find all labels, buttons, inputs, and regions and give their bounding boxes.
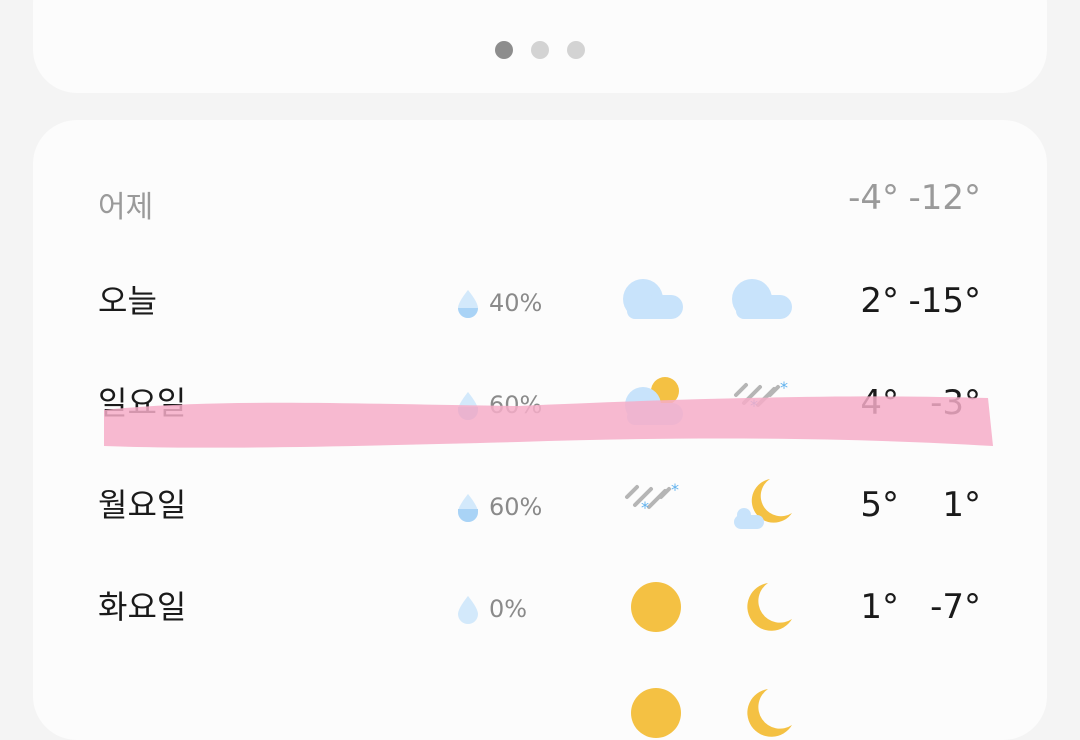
raindrop-icon [458,596,478,624]
svg-text:*: * [641,498,649,517]
day-label: 월요일 [98,486,187,524]
daily-forecast-card[interactable]: 어제 -4° -12° 오늘 40% 2° -15° 일요일 60% * * 4… [33,120,1047,740]
raindrop-icon [458,290,478,318]
high-temp: 2° [860,281,899,321]
precip: 60% [455,491,542,523]
yesterday-low: -12° [908,178,981,218]
high-temp: 1° [860,587,899,627]
moon-cloud-icon [734,479,792,529]
cloudy-icon [732,279,792,319]
precip-percent: 0% [489,595,528,623]
svg-text:*: * [671,480,679,499]
precip: 60% [455,389,542,421]
low-temp: 1° [942,485,981,525]
svg-text:*: * [750,396,758,415]
partly-cloudy-icon [625,377,683,425]
previous-card [33,0,1047,93]
moon-icon [747,583,792,631]
page-dot-1[interactable] [495,41,513,59]
rain-snow-icon: * * [625,480,679,517]
svg-text:*: * [780,378,788,397]
page-indicator[interactable] [33,41,1047,59]
precip-percent: 60% [489,493,543,521]
raindrop-icon [458,494,478,522]
low-temp: -15° [908,281,981,321]
forecast-row-partial [33,658,1047,740]
raindrop-icon [458,392,478,420]
forecast-row-tuesday[interactable]: 화요일 0% 1° -7° [33,556,1047,658]
precip: 40% [455,287,542,319]
page-dot-2[interactable] [531,41,549,59]
moon-icon [747,689,792,737]
day-label: 오늘 [98,282,157,320]
forecast-row-today[interactable]: 오늘 40% 2° -15° [33,250,1047,352]
day-label: 화요일 [98,588,187,626]
low-temp: -7° [930,587,981,627]
forecast-row-monday[interactable]: 월요일 60% * * 5° 1° [33,454,1047,556]
forecast-row-sunday[interactable]: 일요일 60% * * 4° -3° [33,352,1047,454]
sun-icon [631,688,681,738]
high-temp: 5° [860,485,899,525]
cloudy-icon [623,279,683,319]
precip-percent: 40% [489,289,543,317]
yesterday-high: -4° [848,178,899,218]
precip-percent: 60% [489,391,543,419]
high-temp: 4° [860,383,899,423]
day-label: 일요일 [98,384,187,422]
rain-snow-icon: * * [734,378,788,415]
page-dot-3[interactable] [567,41,585,59]
precip: 0% [455,593,527,625]
low-temp: -3° [930,383,981,423]
yesterday-label: 어제 [98,190,154,225]
sun-icon [631,582,681,632]
